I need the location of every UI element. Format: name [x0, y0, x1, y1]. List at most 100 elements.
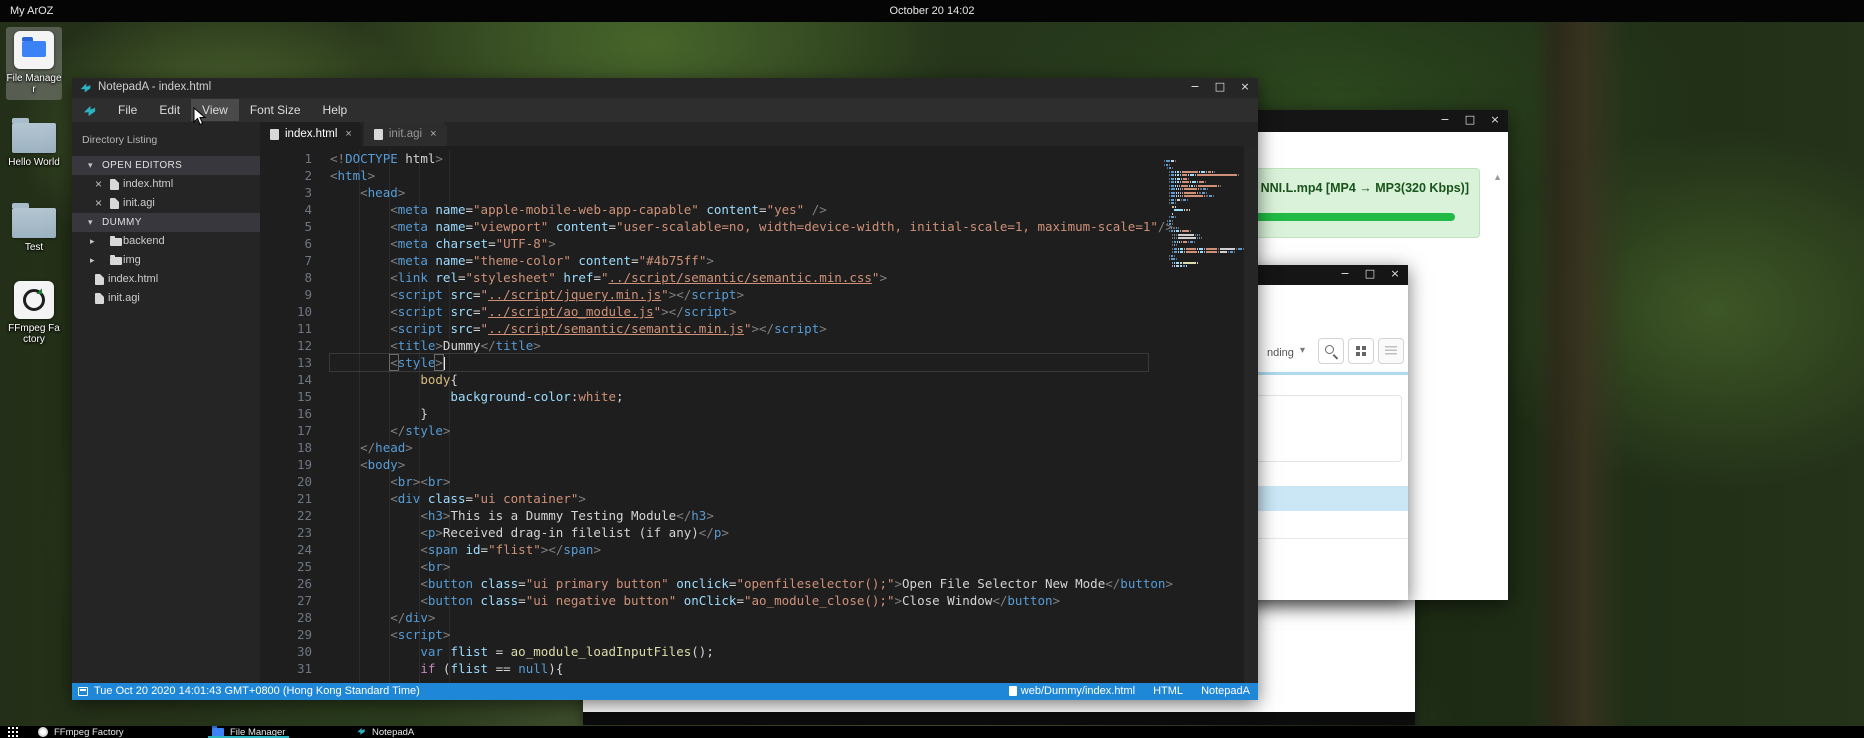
- mouse-cursor: [193, 107, 207, 132]
- code-line: body{: [330, 371, 1148, 388]
- close-icon[interactable]: ×: [1238, 80, 1252, 93]
- desktop-icon-test[interactable]: Test: [6, 203, 62, 253]
- menu-item-help[interactable]: Help: [312, 99, 359, 121]
- minimap-line: [1164, 228, 1230, 230]
- tree-item-init.agi[interactable]: init.agi: [72, 289, 260, 308]
- minimap-line: [1164, 245, 1230, 247]
- maximize-icon[interactable]: □: [1213, 80, 1227, 93]
- code-line: <!DOCTYPE html>: [330, 150, 1148, 167]
- minimap[interactable]: [1164, 154, 1230, 263]
- tree-item-label: backend: [123, 232, 165, 251]
- tab-bar: index.html×init.agi×: [260, 122, 1258, 146]
- minimap-line: [1164, 203, 1230, 205]
- line-number: 30: [260, 643, 312, 660]
- close-icon[interactable]: ×: [95, 194, 102, 213]
- window-title: NotepadA - index.html: [98, 81, 211, 93]
- list-view-button[interactable]: [1378, 338, 1404, 364]
- code-line: <br><br>: [330, 473, 1148, 490]
- code-line: <span id="flist"></span>: [330, 541, 1148, 558]
- line-number: 2: [260, 167, 312, 184]
- line-number: 22: [260, 507, 312, 524]
- maximize-icon[interactable]: □: [1363, 267, 1377, 280]
- close-icon[interactable]: ×: [95, 175, 102, 194]
- tree-item-backend[interactable]: ▸backend: [72, 232, 260, 251]
- taskbar-item-file-manager[interactable]: File Manager: [212, 726, 285, 738]
- grid-view-button[interactable]: [1348, 338, 1374, 364]
- menu-item-file[interactable]: File: [107, 99, 148, 121]
- editor-scrollbar[interactable]: [1244, 146, 1258, 683]
- line-number: 15: [260, 388, 312, 405]
- close-icon[interactable]: ×: [1388, 267, 1402, 280]
- desktop-icon-file-manager[interactable]: File Manager: [6, 27, 62, 100]
- directory-sidebar: Directory Listing ▾OPEN EDITORS×index.ht…: [72, 122, 260, 683]
- minimap-line: [1164, 210, 1230, 212]
- tree-item-index.html[interactable]: index.html: [72, 270, 260, 289]
- line-number: 21: [260, 490, 312, 507]
- minimize-icon[interactable]: −: [1338, 267, 1352, 280]
- scroll-up-icon[interactable]: ▲: [1493, 172, 1502, 182]
- line-number: 11: [260, 320, 312, 337]
- tab-close-icon[interactable]: ×: [430, 128, 436, 140]
- notepada-titlebar[interactable]: NotepadA - index.html − □ ×: [72, 78, 1258, 98]
- maximize-icon[interactable]: □: [1463, 113, 1477, 126]
- desktop-icon-ffmpeg-factory[interactable]: FFmpeg Factory: [6, 281, 62, 345]
- code-line: <title>Dummy</title>: [330, 337, 1148, 354]
- line-number: 28: [260, 609, 312, 626]
- desktop-icon-label: Hello World: [6, 157, 62, 168]
- minimap-line: [1164, 161, 1230, 163]
- tab-index.html[interactable]: index.html ×: [260, 122, 362, 146]
- line-number: 10: [260, 303, 312, 320]
- minimap-line: [1164, 189, 1230, 191]
- menu-item-edit[interactable]: Edit: [148, 99, 191, 121]
- code-line: background-color:white;: [330, 388, 1148, 405]
- tree-section-label: DUMMY: [102, 213, 142, 232]
- taskbar-item-ffmpeg-factory[interactable]: FFmpeg Factory: [38, 726, 124, 738]
- ffmpeg-logo-icon: [38, 727, 48, 737]
- background-window-bottom-footer: [583, 712, 1415, 725]
- line-number: 4: [260, 201, 312, 218]
- code-line: <script src="../script/jquery.min.js"></…: [330, 286, 1148, 303]
- taskbar-item-notepada[interactable]: NotepadA: [356, 726, 414, 738]
- tree-item-index.html[interactable]: ×index.html: [72, 175, 260, 194]
- tree-item-label: index.html: [108, 270, 158, 289]
- line-number: 18: [260, 439, 312, 456]
- app-grid-icon[interactable]: [8, 727, 19, 738]
- tree-item-label: init.agi: [108, 289, 140, 308]
- line-number: 14: [260, 371, 312, 388]
- code-line: <style>: [330, 354, 1148, 371]
- code-line: <meta charset="UTF-8">: [330, 235, 1148, 252]
- desktop-icon-hello-world[interactable]: Hello World: [6, 118, 62, 168]
- code-line: <html>: [330, 167, 1148, 184]
- minimap-line: [1164, 214, 1230, 216]
- sidebar-header: Directory Listing: [72, 122, 260, 156]
- minimap-line: [1164, 168, 1230, 170]
- close-icon[interactable]: ×: [1488, 113, 1502, 126]
- code-editor[interactable]: 1234567891011121314151617181920212223242…: [260, 146, 1258, 683]
- sort-dropdown[interactable]: nding: [1267, 347, 1294, 359]
- minimap-line: [1164, 165, 1230, 167]
- desktop: My ArOZ October 20 14:02 File ManagerHel…: [0, 0, 1864, 738]
- tree-item-img[interactable]: ▸img: [72, 251, 260, 270]
- code-line: <meta name="viewport" content="user-scal…: [330, 218, 1148, 235]
- code-line: <link rel="stylesheet" href="../script/s…: [330, 269, 1148, 286]
- notepada-logo-icon: [79, 81, 92, 94]
- minimize-icon[interactable]: −: [1188, 80, 1202, 93]
- search-button[interactable]: [1318, 338, 1344, 364]
- menu-item-font-size[interactable]: Font Size: [239, 99, 312, 121]
- taskbar-item-label: NotepadA: [372, 727, 414, 738]
- folder-icon: [22, 41, 46, 57]
- tab-init.agi[interactable]: init.agi×: [364, 122, 447, 146]
- tree-item-init.agi[interactable]: ×init.agi: [72, 194, 260, 213]
- line-number: 7: [260, 252, 312, 269]
- minimap-line: [1164, 154, 1230, 156]
- tab-label: index.html: [285, 128, 337, 140]
- minimize-icon[interactable]: −: [1438, 113, 1452, 126]
- text-cursor: [444, 357, 446, 370]
- chevron-right-icon: ▸: [90, 251, 95, 270]
- tree-section-dummy[interactable]: ▾DUMMY: [72, 213, 260, 232]
- tab-close-icon[interactable]: ×: [345, 128, 351, 140]
- code-line: </head>: [330, 439, 1148, 456]
- taskbar: FFmpeg Factory File Manager NotepadA: [0, 726, 1864, 738]
- tree-section-open-editors[interactable]: ▾OPEN EDITORS: [72, 156, 260, 175]
- system-clock: October 20 14:02: [0, 5, 1864, 17]
